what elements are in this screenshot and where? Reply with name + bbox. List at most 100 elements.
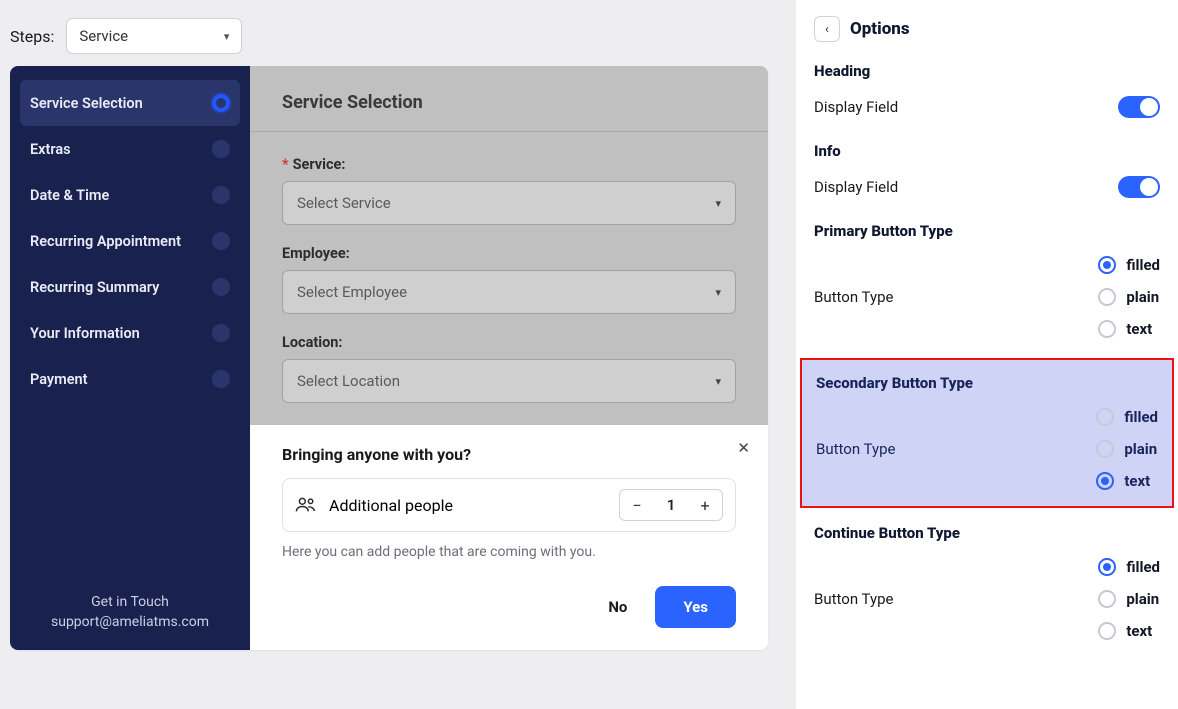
sidebar-item-label: Recurring Appointment	[30, 233, 181, 250]
primary-radio-filled[interactable]: filled	[1098, 256, 1160, 274]
no-button[interactable]: No	[602, 588, 633, 626]
secondary-radio-plain[interactable]: plain	[1096, 440, 1158, 458]
chevron-left-icon: ‹	[825, 22, 829, 37]
chevron-down-icon: ▾	[715, 197, 721, 210]
back-button[interactable]: ‹	[814, 16, 840, 42]
radio-icon	[1098, 622, 1116, 640]
radio-icon	[1096, 408, 1114, 426]
radio-icon	[1098, 320, 1116, 338]
sidebar-item-label: Extras	[30, 141, 71, 158]
info-display-toggle[interactable]	[1118, 176, 1160, 198]
chevron-down-icon: ▾	[224, 30, 230, 43]
heading-display-field-label: Display Field	[814, 98, 898, 116]
radio-icon	[1096, 440, 1114, 458]
field-employee: Employee: Select Employee ▾	[282, 245, 736, 314]
radio-icon	[1096, 472, 1114, 490]
step-indicator-icon	[212, 186, 230, 204]
steps-select[interactable]: Service ▾	[66, 18, 242, 54]
quantity-stepper[interactable]: − 1 +	[619, 489, 723, 521]
primary-radio-text[interactable]: text	[1098, 320, 1160, 338]
step-indicator-icon	[212, 278, 230, 296]
yes-button[interactable]: Yes	[655, 586, 736, 628]
select-placeholder: Select Employee	[297, 283, 407, 301]
continue-button-type-label: Button Type	[814, 590, 893, 608]
booking-card: Service Selection Extras Date & Time Rec…	[10, 66, 768, 650]
field-location: Location: Select Location ▾	[282, 334, 736, 403]
bring-title: Bringing anyone with you?	[282, 445, 736, 464]
heading-display-toggle[interactable]	[1118, 96, 1160, 118]
page-title: Service Selection	[250, 66, 768, 132]
radio-icon	[1098, 590, 1116, 608]
step-indicator-icon	[212, 370, 230, 388]
primary-radio-plain[interactable]: plain	[1098, 288, 1160, 306]
radio-icon	[1098, 256, 1116, 274]
main: Service Selection *Service: Select Servi…	[250, 66, 768, 650]
bring-hint: Here you can add people that are coming …	[282, 544, 736, 560]
additional-people-label: Additional people	[329, 496, 453, 515]
step-indicator-icon	[212, 232, 230, 250]
sidebar-footer: Get in Touch support@ameliatms.com	[20, 576, 240, 636]
field-label: Location:	[282, 334, 343, 351]
chevron-down-icon: ▾	[715, 375, 721, 388]
section-info: Info	[814, 142, 1160, 160]
steps-select-value: Service	[79, 27, 128, 45]
sidebar-item-label: Recurring Summary	[30, 279, 159, 296]
step-indicator-icon	[212, 140, 230, 158]
people-icon	[295, 496, 317, 514]
bring-section: ✕ Bringing anyone with you? Additional p…	[250, 425, 768, 650]
field-service: *Service: Select Service ▾	[282, 156, 736, 225]
section-heading: Heading	[814, 62, 1160, 80]
panel-title: Options	[850, 19, 910, 39]
footer-email[interactable]: support@ameliatms.com	[24, 614, 236, 630]
continue-radio-text[interactable]: text	[1098, 622, 1160, 640]
continue-radio-filled[interactable]: filled	[1098, 558, 1160, 576]
required-asterisk: *	[282, 156, 289, 173]
sidebar-item-payment[interactable]: Payment	[20, 356, 240, 402]
step-indicator-icon	[212, 324, 230, 342]
continue-button-type-group: Button Type filled plain text	[814, 558, 1160, 640]
location-select[interactable]: Select Location ▾	[282, 359, 736, 403]
step-indicator-icon	[212, 94, 230, 112]
decrement-button[interactable]: −	[620, 490, 654, 520]
sidebar-item-service-selection[interactable]: Service Selection	[20, 80, 240, 126]
close-icon[interactable]: ✕	[737, 439, 750, 457]
field-label: Employee:	[282, 245, 350, 262]
increment-button[interactable]: +	[688, 490, 722, 520]
sidebar-item-your-information[interactable]: Your Information	[20, 310, 240, 356]
sidebar-item-label: Payment	[30, 371, 87, 388]
main-upper: Service Selection *Service: Select Servi…	[250, 66, 768, 425]
secondary-button-type-label: Button Type	[816, 440, 895, 458]
secondary-radio-filled[interactable]: filled	[1096, 408, 1158, 426]
sidebar-item-date-time[interactable]: Date & Time	[20, 172, 240, 218]
primary-button-type-label: Button Type	[814, 288, 893, 306]
sidebar-item-label: Date & Time	[30, 187, 109, 204]
secondary-radio-text[interactable]: text	[1096, 472, 1158, 490]
field-label: Service:	[293, 156, 346, 173]
section-continue-button: Continue Button Type	[814, 524, 1160, 542]
primary-button-type-group: Button Type filled plain text	[814, 256, 1160, 338]
employee-select[interactable]: Select Employee ▾	[282, 270, 736, 314]
steps-label: Steps:	[10, 27, 54, 46]
options-panel: ‹ Options Heading Display Field Info Dis…	[796, 0, 1178, 709]
sidebar: Service Selection Extras Date & Time Rec…	[10, 66, 250, 650]
secondary-button-type-group: Button Type filled plain text	[816, 408, 1158, 490]
section-secondary-button: Secondary Button Type	[816, 374, 1158, 392]
sidebar-item-label: Your Information	[30, 325, 140, 342]
radio-icon	[1098, 288, 1116, 306]
quantity-value: 1	[654, 496, 688, 514]
additional-people-row: Additional people − 1 +	[282, 478, 736, 532]
footer-title: Get in Touch	[24, 594, 236, 610]
continue-radio-plain[interactable]: plain	[1098, 590, 1160, 608]
sidebar-item-recurring-appointment[interactable]: Recurring Appointment	[20, 218, 240, 264]
section-primary-button: Primary Button Type	[814, 222, 1160, 240]
secondary-highlight: Secondary Button Type Button Type filled…	[800, 358, 1174, 508]
sidebar-item-recurring-summary[interactable]: Recurring Summary	[20, 264, 240, 310]
info-display-field-label: Display Field	[814, 178, 898, 196]
select-placeholder: Select Service	[297, 194, 391, 212]
chevron-down-icon: ▾	[715, 286, 721, 299]
service-select[interactable]: Select Service ▾	[282, 181, 736, 225]
sidebar-item-extras[interactable]: Extras	[20, 126, 240, 172]
select-placeholder: Select Location	[297, 372, 400, 390]
sidebar-item-label: Service Selection	[30, 95, 143, 112]
radio-icon	[1098, 558, 1116, 576]
